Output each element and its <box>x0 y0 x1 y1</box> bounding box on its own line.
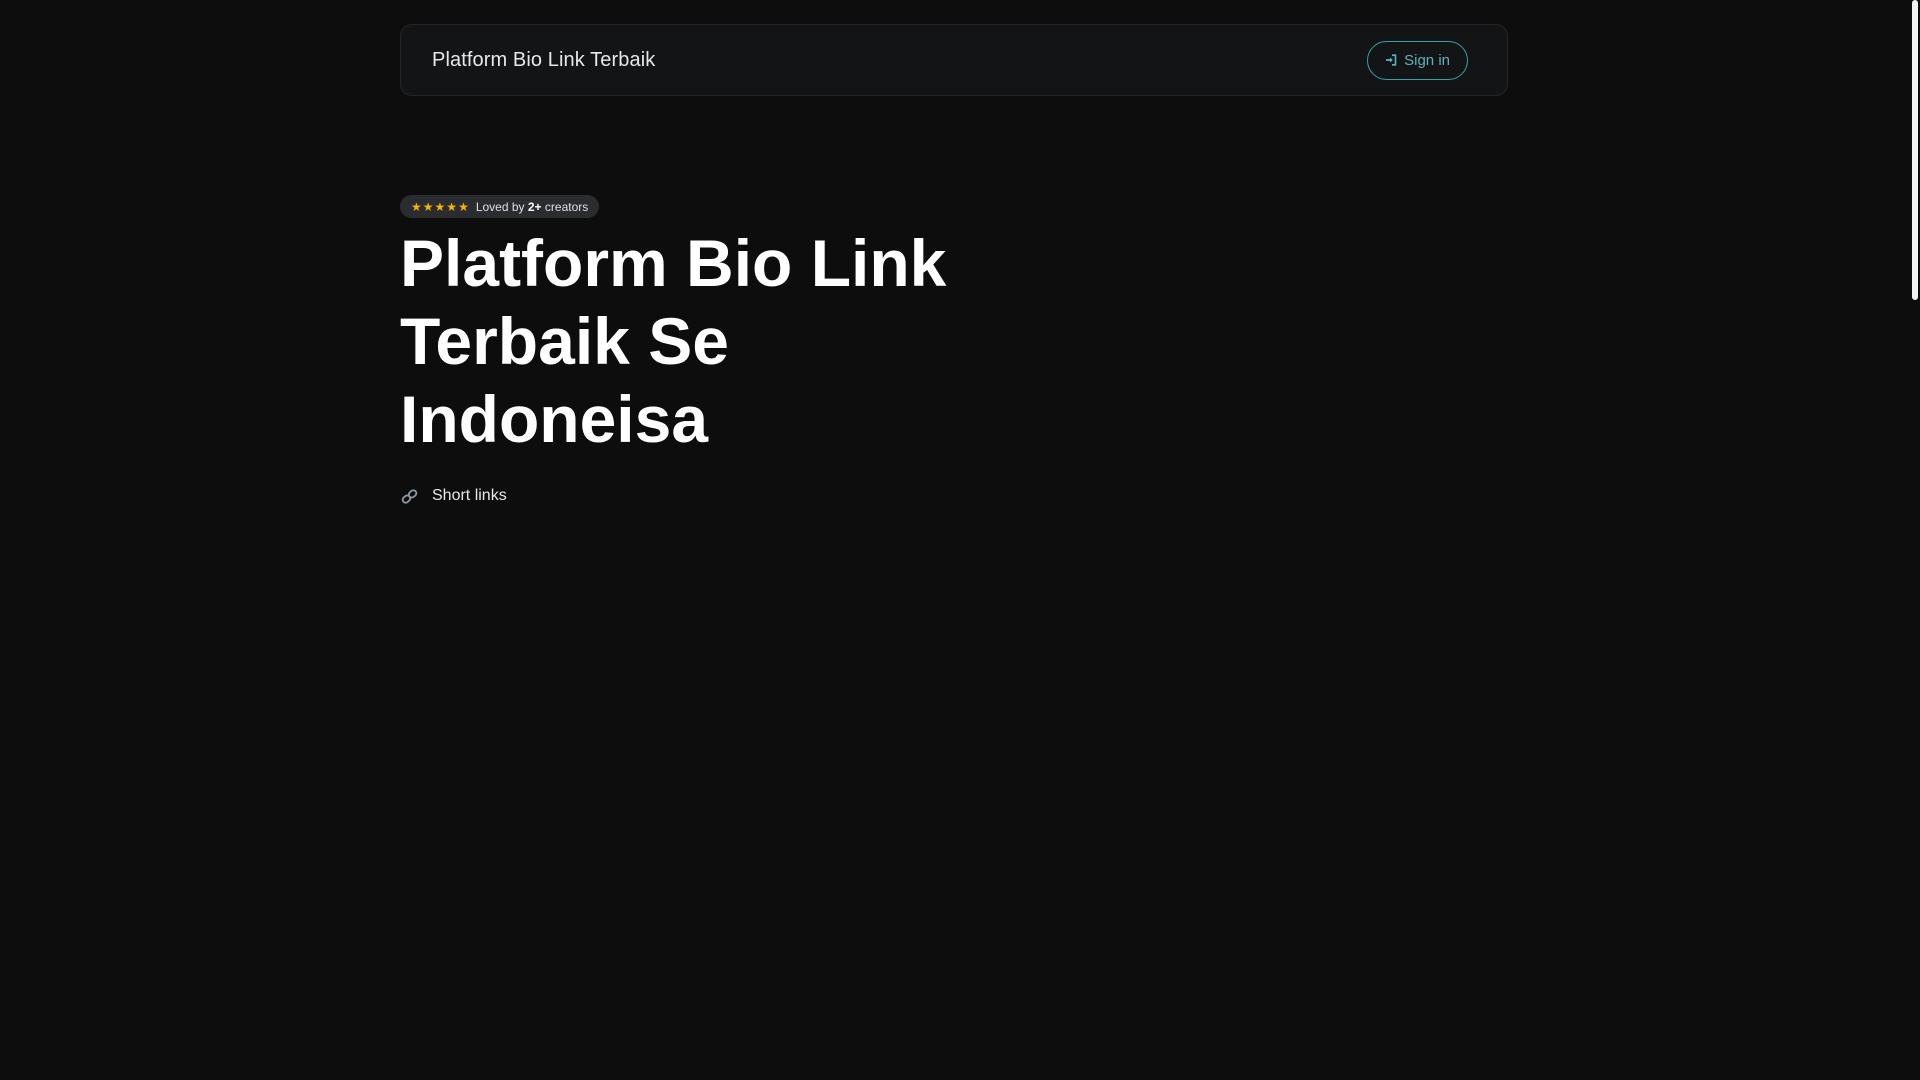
creators-badge: ★ ★ ★ ★ ★ Loved by 2+ creators <box>400 195 600 218</box>
badge-prefix: Loved by <box>475 199 525 214</box>
star-icon: ★ <box>446 199 458 214</box>
hero-title: Platform Bio Link Terbaik Se Indoneisa <box>400 226 947 456</box>
sign-in-label: Sign in <box>1404 51 1450 69</box>
feature-label: Short links <box>432 487 507 504</box>
star-icon: ★ <box>434 199 446 214</box>
brand-title[interactable]: Platform Bio Link Terbaik <box>432 49 655 72</box>
star-icon: ★ <box>458 199 469 214</box>
page-scrollbar[interactable] <box>1910 0 1920 1080</box>
navbar: Platform Bio Link Terbaik Sign in <box>400 24 1508 96</box>
rating-stars: ★ ★ ★ ★ ★ <box>411 201 469 213</box>
star-icon: ★ <box>422 199 434 214</box>
page: Platform Bio Link Terbaik Sign in ★ ★ ★ … <box>0 0 1920 1080</box>
link-icon <box>400 488 419 505</box>
badge-text: Loved by 2+ creators <box>476 200 588 214</box>
badge-suffix: creators <box>544 199 589 214</box>
badge-count: 2+ <box>527 199 542 214</box>
star-icon: ★ <box>411 199 422 214</box>
sign-in-icon <box>1385 54 1397 66</box>
sign-in-button[interactable]: Sign in <box>1367 40 1468 80</box>
feature-item-short-links: Short links <box>400 487 507 505</box>
scrollbar-thumb[interactable] <box>1912 0 1918 300</box>
